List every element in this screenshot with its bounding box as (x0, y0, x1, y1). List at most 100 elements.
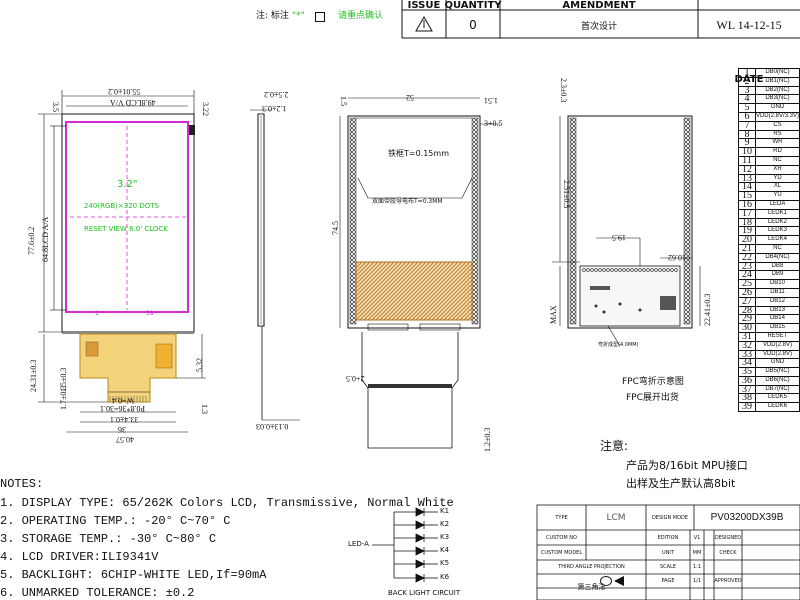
front-height-aa: 64.8LCD A/A (41, 216, 50, 262)
rev-header-issue: ISSUE (407, 0, 441, 11)
pin-signal-name: DB6(NC) (754, 375, 800, 386)
backlight-caption: BACK LIGHT CIRCUIT (388, 589, 461, 597)
pin-signal-name: DB9 (754, 270, 800, 281)
notes-item-6: 6. UNMARKED TOLERANCE: ±0.2 (0, 586, 195, 600)
fpc-dim-d: 22.41±0.3 (703, 293, 712, 326)
front-driver-line: RESET VIEW 6.0' CLOCK (84, 225, 168, 233)
tb-page-value: 1/1 (692, 578, 702, 584)
backlight-k5: K5 (440, 559, 450, 567)
back-top-right: 3+0.5 (484, 119, 503, 128)
pin-signal-name: LEDK2 (754, 217, 800, 228)
pin-signal-name: YU (754, 191, 800, 201)
tb-type-label: TYPE (555, 514, 568, 521)
front-fpc-w3: 36 (118, 425, 126, 434)
notice-line-1: 产品为8/16bit MPU接口 (626, 459, 748, 472)
backlight-anode: LED-A (348, 540, 369, 548)
fpc-small-text: 弯折成型(4.0MM) (598, 342, 639, 348)
rev-quantity: 0 (469, 18, 477, 32)
front-fpc-right: 5.32 (195, 358, 204, 372)
pin-signal-name: DB0(NC) (754, 68, 800, 78)
back-bottom-dim: 2+0.5 (346, 374, 365, 383)
back-bezel-note: 铁框T=0.15mm (388, 149, 449, 158)
tb-approved-label: APPROVED (714, 578, 742, 584)
fpc-dim-a: 2.51±0.5 (562, 180, 571, 209)
checkbox-icon (315, 12, 325, 22)
pin-signal-name: DB4(NC) (754, 252, 800, 263)
notes-item-5: 5. BACKLIGHT: 6CHIP-WHITE LED,If=90mA (0, 568, 267, 582)
pin-signal-name: NC (754, 155, 800, 166)
front-size-label: 3.2" (117, 179, 138, 190)
pin-signal-name: CS (754, 120, 800, 131)
pin-signal-name: DB8 (754, 261, 800, 272)
backlight-k1: K1 (440, 507, 450, 515)
side-dim3: 0.13±0.03 (256, 422, 289, 431)
projection-circle-icon (600, 576, 612, 586)
back-top-width: 52 (406, 93, 414, 102)
fpc-dim-c: 10.62 (668, 253, 686, 262)
backlight-k2: K2 (440, 520, 450, 528)
front-fpc-height: 24.31±0.3 (29, 359, 38, 392)
backlight-circuit (372, 507, 438, 583)
rev-header-amendment: AMENDMENT (562, 0, 636, 11)
notes-item-4: 4. LCD DRIVER:ILI9341V (0, 550, 159, 564)
notes-item-1: 1. DISPLAY TYPE: 65/262K Colors LCD, Tra… (0, 496, 454, 510)
backlight-k4: K4 (440, 546, 450, 554)
pin-signal-name: DB11 (754, 287, 800, 298)
pin-signal-name: DB2(NC) (754, 85, 800, 96)
back-top-dim1: 1.51 (484, 96, 498, 105)
notes-title: NOTES: (0, 477, 44, 491)
tb-type-value: LCM (606, 512, 626, 523)
header-note-tail: 请重点确认 (338, 11, 384, 21)
fpc-dim-b: 19.5 (612, 233, 626, 242)
front-overall-width: 55.01±0.2 (108, 87, 141, 96)
front-fpc-left2: 1.5±0.3 (59, 367, 68, 392)
tb-unit-value: MM (692, 549, 702, 556)
back-top-dim2: 1.5 (339, 96, 348, 106)
pin-signal-name: XL (754, 182, 800, 193)
pin-signal-name: DB14 (754, 314, 800, 325)
front-fpc-w4: 40.57 (116, 435, 134, 444)
pin-signal-name: VDD(2.8V/3.3V) (754, 111, 800, 122)
pin-signal-name: LEDK5 (754, 393, 800, 404)
pin-signal-name: VDD(2.8V) (754, 349, 800, 360)
front-fpc-right2: 1.3 (200, 404, 209, 414)
tb-edition-label: EDITION (657, 534, 679, 541)
fpc-caption-1: FPC弯折示意图 (622, 377, 684, 387)
tb-edition-value: V1 (693, 534, 701, 541)
pin-signal-name: DB15 (754, 323, 800, 333)
rev-date: WL 14-12-15 (716, 17, 782, 32)
front-top-right: 3.22 (201, 102, 210, 116)
front-resolution: 240(RGB)×320 DOTS (84, 202, 159, 210)
pin-signal-name: DB13 (754, 305, 800, 316)
tb-scale-label: SCALE (659, 564, 677, 570)
pin-signal-name: WR (754, 138, 800, 149)
pin-signal-name: XR (754, 164, 800, 175)
tb-page-label: PAGE (661, 578, 675, 584)
front-top-offset: 3.5 (51, 102, 60, 112)
pin-row: 39 LEDK6 (738, 402, 800, 413)
pin-signal-name: RS (754, 129, 800, 140)
pin-signal-name: DB1(NC) (754, 76, 800, 87)
tb-design-mode-value: PV03200DX39B (710, 512, 784, 523)
tb-check-label: CHECK (719, 549, 737, 556)
front-fpc-w2: 33.4±0.1 (110, 415, 139, 424)
pin-signal-name: LEDK4 (754, 235, 800, 245)
backlight-k6: K6 (440, 573, 450, 581)
notice-title: 注意: (600, 439, 629, 453)
pin-signal-name: DB3(NC) (754, 94, 800, 105)
pin-signal-name: LEDK1 (754, 208, 800, 219)
pin-signal-name: LEDK3 (754, 226, 800, 237)
front-pin1-label: 1 (95, 310, 99, 317)
tb-design-mode-label: DESIGN MODE (651, 514, 689, 521)
tb-custom-no-label: CUSTOM NO (546, 534, 577, 541)
back-bottom-dim2: 1.2±0.3 (483, 427, 492, 452)
pin-signal-name: RESET (754, 331, 800, 342)
pin-signal-name: DB7(NC) (754, 384, 800, 395)
side-view (250, 109, 300, 421)
pin-signal-name: DB10 (754, 279, 800, 289)
pin-signal-name: NC (754, 243, 800, 254)
pin-number: 39 (738, 402, 756, 413)
fpc-bent-view (552, 115, 701, 347)
notice-line-2: 出样及生产默认高8bit (626, 477, 736, 490)
fpc-dim-max: MAX (549, 305, 558, 324)
